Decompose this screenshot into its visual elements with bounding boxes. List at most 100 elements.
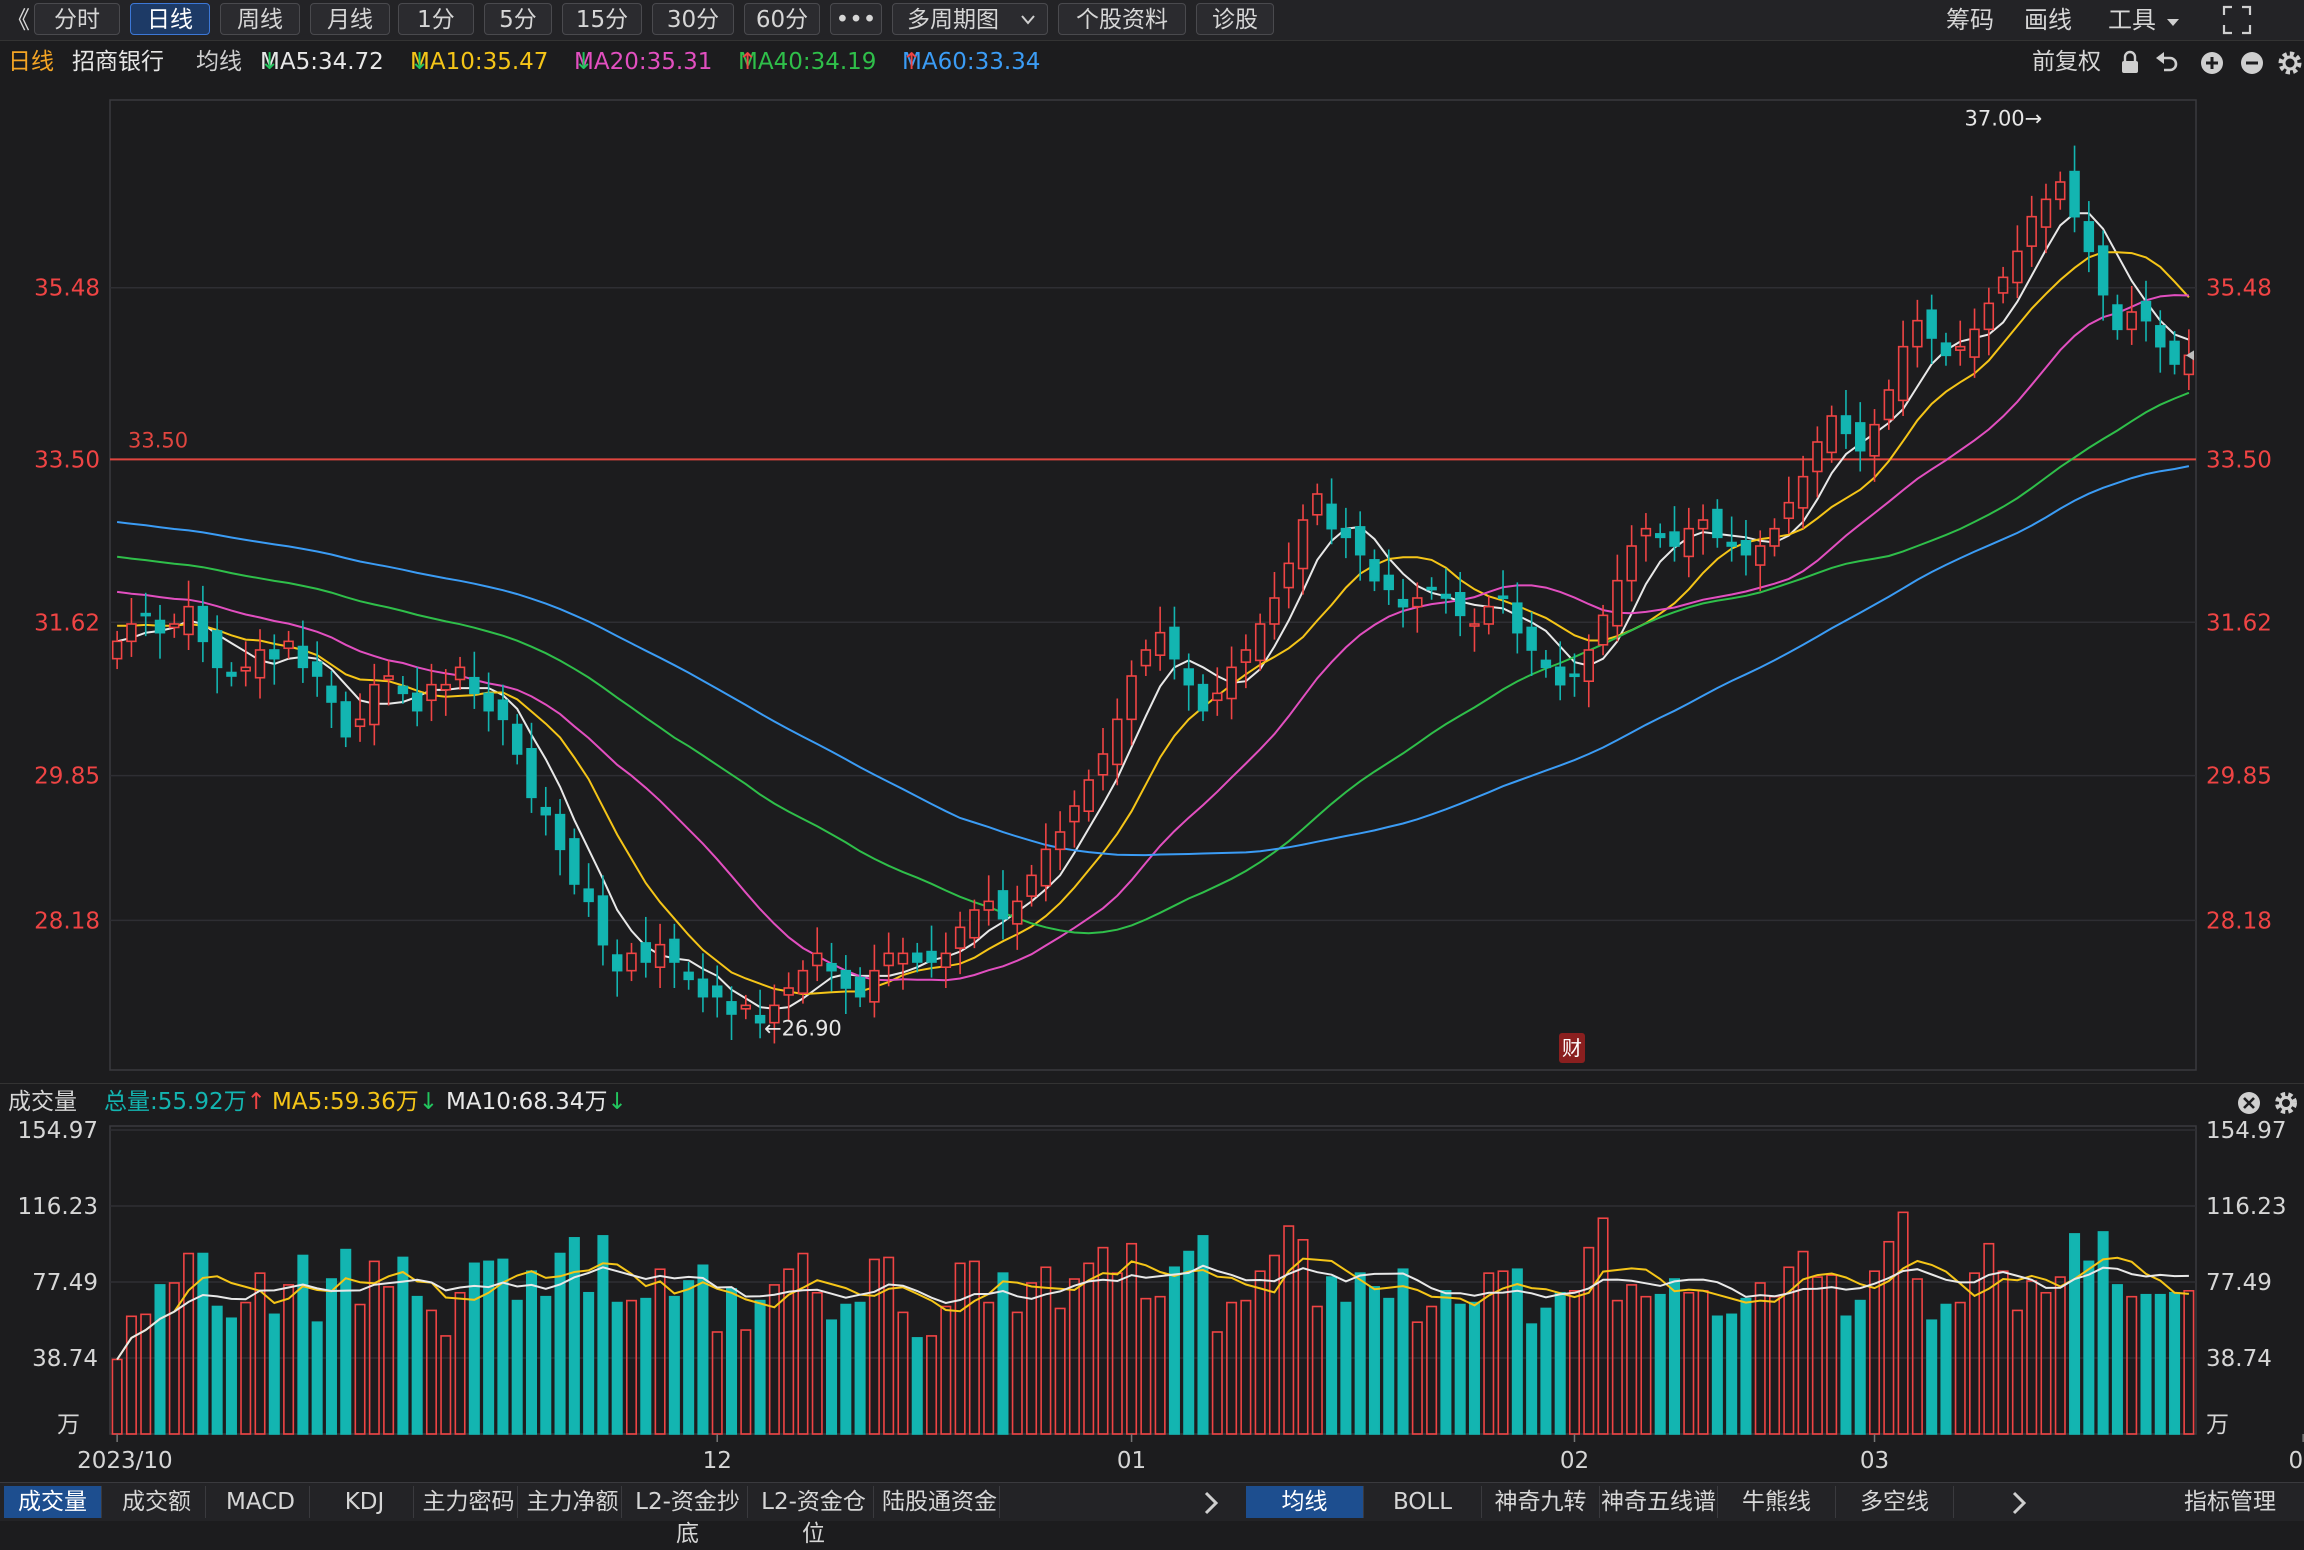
price-chart[interactable]: 35.48 35.48 33.50 33.50 31.62 31.62 29.85 29.85… [0,80,2304,1080]
more-periods-button[interactable]: ••• [830,3,882,35]
volume-bar [468,1262,480,1435]
candle [1612,579,1623,627]
undo-icon[interactable] [2156,52,2178,72]
gear-icon[interactable] [2275,1092,2297,1114]
draw-line-button[interactable]: 画线 [2024,4,2072,36]
volume-unit-right: 万 [2206,1412,2229,1438]
volume-bar [1011,1311,1023,1435]
financial-marker[interactable]: 财 [1559,1033,1585,1063]
period-button[interactable]: 30分 [652,3,734,35]
volume-bar [1154,1295,1166,1435]
candle [2055,181,2066,201]
gear-icon[interactable] [2278,51,2302,75]
candle [1354,526,1366,556]
multi-period-button[interactable]: 多周期图 [892,3,1048,35]
volume-bar [1740,1297,1752,1435]
volume-bar [1083,1262,1095,1435]
chevron-right-icon[interactable] [1202,1491,1222,1515]
indicator-tab[interactable]: L2-资金仓位 [754,1486,874,1547]
stock-info-button[interactable]: 个股资料 [1058,3,1186,35]
volume-bar [811,1291,823,1435]
caret-down-icon [2166,19,2179,26]
candle [1012,900,1023,925]
period-button[interactable]: 日线 [130,3,210,35]
candle [669,938,680,963]
volume-bar [2183,1289,2195,1435]
indicator-tab[interactable]: 主力净额 [524,1486,622,1518]
candle [912,952,923,963]
candle [211,630,223,669]
volume-bar [1540,1307,1552,1435]
candle [583,888,594,903]
volume-bar [1954,1301,1966,1435]
overlay-tab[interactable]: 神奇九转 [1482,1486,1600,1518]
candle [269,649,280,660]
candle [740,1004,752,1010]
period-button[interactable]: 分时 [34,3,120,35]
collapse-left-icon[interactable]: 《 [6,4,30,36]
overlay-tab[interactable]: 均线 [1246,1486,1364,1518]
close-icon[interactable] [2238,1092,2260,1114]
volume-bar [225,1317,237,1435]
volume-chart[interactable]: 154.97 154.97 116.23 116.23 77.49 77.49 38.74 3… [0,1120,2304,1480]
candle [1454,591,1466,617]
volume-bar [1311,1305,1323,1435]
volume-bar [1640,1295,1652,1435]
overlay-tab[interactable]: 多空线 [1836,1486,1954,1518]
indicator-tab[interactable]: L2-资金抄底 [628,1486,748,1547]
reference-line-label: 33.50 [128,428,188,452]
adjust-button[interactable]: 前复权 [2032,44,2101,80]
period-button[interactable]: 60分 [744,3,820,35]
period-button[interactable]: 15分 [562,3,642,35]
indicator-tab[interactable]: 主力密码 [420,1486,518,1518]
indicator-tab[interactable]: 成交额 [108,1486,206,1518]
period-button[interactable]: 周线 [220,3,300,35]
ma-line-ma10 [117,251,2190,996]
chevron-right-icon[interactable] [2010,1491,2030,1515]
volume-bar [1397,1268,1409,1435]
period-button[interactable]: 1分 [398,3,474,35]
indicator-tab[interactable]: MACD [212,1486,310,1518]
candle [311,661,323,677]
price-tick-right: 29.85 [2206,764,2272,790]
volume-bar [2069,1233,2081,1435]
lock-icon[interactable] [2122,50,2138,73]
diagnose-button[interactable]: 诊股 [1196,3,1274,35]
candle [1383,574,1394,591]
candle [640,942,652,963]
volume-bar [1668,1278,1681,1435]
tools-button[interactable]: 工具 [2108,4,2180,36]
volume-bar [754,1299,766,1435]
overlay-tab[interactable]: BOLL [1364,1486,1482,1518]
period-button[interactable]: 5分 [484,3,552,35]
candle [540,806,552,816]
candle [1412,597,1423,608]
overlay-tab[interactable]: 神奇五线谱 [1600,1486,1718,1518]
candle [1840,415,1852,435]
overlay-tab[interactable]: 牛熊线 [1718,1486,1836,1518]
volume-bar [1468,1301,1480,1435]
candle [854,976,866,998]
candle [1397,598,1409,608]
time-axis-label: 02 [1560,1448,1589,1474]
period-button[interactable]: 月线 [310,3,390,35]
volume-tick-right: 116.23 [2206,1194,2286,1220]
chips-button[interactable]: 筹码 [1946,4,1994,36]
candle [1169,626,1180,660]
indicator-tab[interactable]: KDJ [316,1486,414,1518]
ma-line-ma20 [116,294,2189,982]
zoom-out-icon[interactable] [2241,52,2263,74]
volume-bar [1583,1246,1595,1435]
volume-bar [1497,1270,1509,1435]
candle [169,623,180,629]
volume-bar [1411,1321,1423,1435]
volume-bar [154,1284,166,1435]
indicator-manage-button[interactable]: 指标管理 [2168,1486,2292,1518]
candle [1326,503,1337,530]
candle [1212,692,1223,702]
indicator-tab[interactable]: 陆股通资金 [880,1486,1000,1518]
zoom-in-icon[interactable] [2201,52,2223,74]
volume-bar [654,1268,666,1435]
indicator-tab[interactable]: 成交量 [4,1486,102,1518]
fullscreen-icon[interactable] [2222,5,2252,35]
